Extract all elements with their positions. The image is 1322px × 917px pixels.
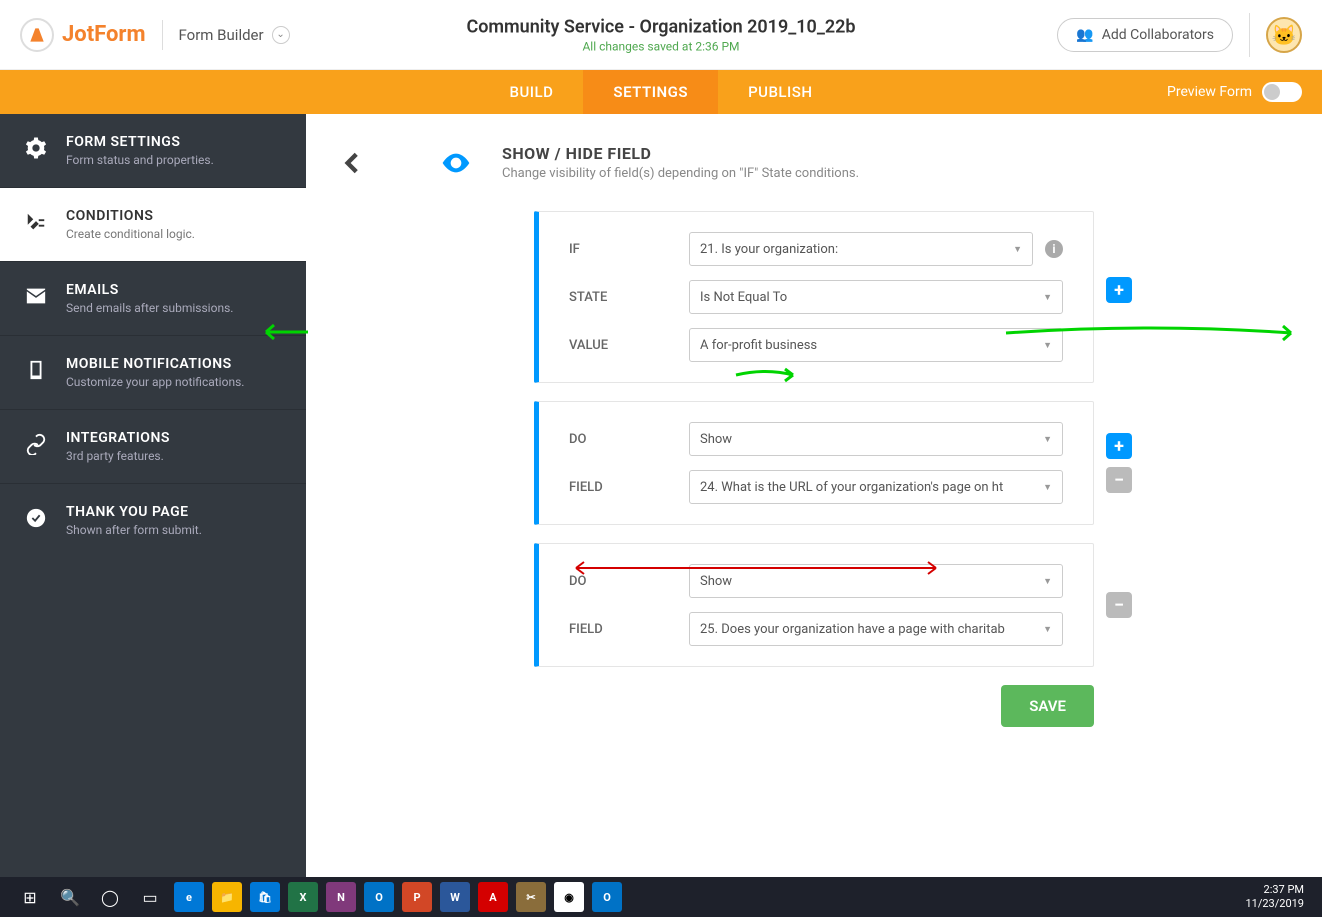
nav-bar: BUILD SETTINGS PUBLISH Preview Form [0, 70, 1322, 114]
action-card-1: DO Show FIELD 24. What is the URL of you… [534, 401, 1094, 525]
sidebar-item-sub: Create conditional logic. [66, 227, 195, 241]
form-title[interactable]: Community Service - Organization 2019_10… [466, 16, 855, 37]
conditions-icon [22, 208, 50, 236]
outlook2-icon[interactable]: O [592, 882, 622, 912]
back-button[interactable] [336, 146, 370, 180]
search-icon[interactable]: 🔍 [50, 877, 90, 917]
state-label: STATE [569, 290, 689, 305]
mail-icon [22, 282, 50, 310]
word-icon[interactable]: W [440, 882, 470, 912]
outlook-icon[interactable]: O [364, 882, 394, 912]
add-collaborators-button[interactable]: 👥 Add Collaborators [1057, 18, 1233, 52]
snip-icon[interactable]: ✂ [516, 882, 546, 912]
remove-action-button[interactable]: − [1106, 592, 1132, 618]
sidebar-item-sub: Form status and properties. [66, 153, 214, 167]
value-select[interactable]: A for-profit business [689, 328, 1063, 362]
do-select[interactable]: Show [689, 564, 1063, 598]
info-icon[interactable]: i [1045, 240, 1063, 258]
divider [1249, 13, 1250, 57]
eye-icon [438, 145, 474, 181]
remove-action-button[interactable]: − [1106, 467, 1132, 493]
logo-area[interactable]: JotForm [20, 18, 146, 52]
value-label: VALUE [569, 338, 689, 353]
sidebar-item-label: MOBILE NOTIFICATIONS [66, 356, 244, 372]
mobile-icon [22, 356, 50, 384]
people-icon: 👥 [1076, 27, 1093, 43]
tab-build[interactable]: BUILD [479, 70, 583, 114]
save-button[interactable]: SAVE [1001, 685, 1094, 727]
powerpoint-icon[interactable]: P [402, 882, 432, 912]
sidebar-item-emails[interactable]: EMAILS Send emails after submissions. [0, 261, 306, 335]
store-icon[interactable]: 🛍 [250, 882, 280, 912]
page-subtitle: Change visibility of field(s) depending … [502, 166, 859, 181]
divider [162, 20, 163, 50]
chrome-icon[interactable]: ◉ [554, 882, 584, 912]
sidebar-item-conditions[interactable]: CONDITIONS Create conditional logic. [0, 187, 306, 261]
page-title: SHOW / HIDE FIELD [502, 144, 859, 163]
sidebar-item-mobile[interactable]: MOBILE NOTIFICATIONS Customize your app n… [0, 335, 306, 409]
chevron-down-icon[interactable]: ⌄ [272, 26, 290, 44]
sidebar-item-label: FORM SETTINGS [66, 134, 214, 150]
settings-sidebar: FORM SETTINGS Form status and properties.… [0, 114, 306, 877]
tab-settings[interactable]: SETTINGS [583, 70, 718, 114]
check-circle-icon [22, 504, 50, 532]
sidebar-item-thank-you[interactable]: THANK YOU PAGE Shown after form submit. [0, 483, 306, 557]
top-header: JotForm Form Builder ⌄ Community Service… [0, 0, 1322, 70]
sidebar-item-sub: Customize your app notifications. [66, 375, 244, 389]
do-label: DO [569, 574, 689, 589]
onenote-icon[interactable]: N [326, 882, 356, 912]
sidebar-item-integrations[interactable]: INTEGRATIONS 3rd party features. [0, 409, 306, 483]
windows-taskbar: ⊞ 🔍 ◯ ▭ e 📁 🛍 X N O P W A ✂ ◉ O 2:37 PM … [0, 877, 1322, 917]
do-label: DO [569, 432, 689, 447]
if-label: IF [569, 242, 689, 257]
sidebar-item-sub: Send emails after submissions. [66, 301, 233, 315]
form-builder-label: Form Builder [179, 26, 264, 44]
add-condition-button[interactable]: + [1106, 277, 1132, 303]
file-explorer-icon[interactable]: 📁 [212, 882, 242, 912]
sidebar-item-label: EMAILS [66, 282, 233, 298]
edge-icon[interactable]: e [174, 882, 204, 912]
preview-form-label: Preview Form [1167, 84, 1252, 100]
tab-publish[interactable]: PUBLISH [718, 70, 842, 114]
field-select[interactable]: 25. Does your organization have a page w… [689, 612, 1063, 646]
content-area: SHOW / HIDE FIELD Change visibility of f… [306, 114, 1322, 877]
state-select[interactable]: Is Not Equal To [689, 280, 1063, 314]
preview-toggle[interactable] [1262, 82, 1302, 102]
gear-icon [22, 134, 50, 162]
add-collab-label: Add Collaborators [1102, 27, 1214, 43]
do-select[interactable]: Show [689, 422, 1063, 456]
sidebar-item-label: CONDITIONS [66, 208, 195, 224]
sidebar-item-sub: 3rd party features. [66, 449, 170, 463]
adobe-icon[interactable]: A [478, 882, 508, 912]
if-select[interactable]: 21. Is your organization: [689, 232, 1033, 266]
sidebar-item-label: THANK YOU PAGE [66, 504, 202, 520]
taskbar-time: 2:37 PM [1245, 883, 1304, 897]
field-select[interactable]: 24. What is the URL of your organization… [689, 470, 1063, 504]
condition-if-card: IF 21. Is your organization: i STATE Is … [534, 211, 1094, 383]
sidebar-item-label: INTEGRATIONS [66, 430, 170, 446]
sidebar-item-form-settings[interactable]: FORM SETTINGS Form status and properties. [0, 114, 306, 187]
field-label: FIELD [569, 622, 689, 637]
logo-icon [20, 18, 54, 52]
add-action-button[interactable]: + [1106, 433, 1132, 459]
sidebar-item-sub: Shown after form submit. [66, 523, 202, 537]
logo-text: JotForm [62, 22, 146, 47]
save-status: All changes saved at 2:36 PM [466, 39, 855, 53]
field-label: FIELD [569, 480, 689, 495]
excel-icon[interactable]: X [288, 882, 318, 912]
taskbar-date: 11/23/2019 [1245, 897, 1304, 911]
link-icon [22, 430, 50, 458]
system-tray[interactable]: 2:37 PM 11/23/2019 [1245, 883, 1312, 912]
action-card-2: DO Show FIELD 25. Does your organization… [534, 543, 1094, 667]
cortana-icon[interactable]: ◯ [90, 877, 130, 917]
header-center: Community Service - Organization 2019_10… [466, 16, 855, 53]
start-button[interactable]: ⊞ [10, 877, 50, 917]
taskview-icon[interactable]: ▭ [130, 877, 170, 917]
user-avatar[interactable]: 🐱 [1266, 17, 1302, 53]
